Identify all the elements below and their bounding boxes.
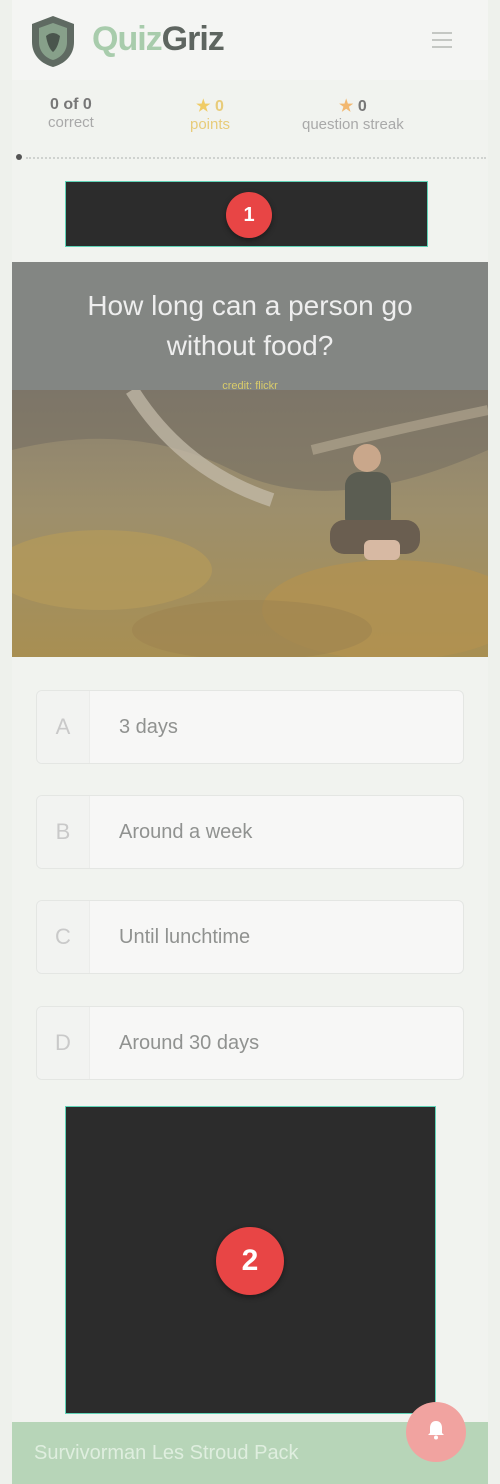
stat-correct: 0 of 0 correct	[48, 96, 94, 131]
answer-letter: C	[37, 901, 90, 973]
logo-wordmark[interactable]: QuizGriz	[92, 20, 225, 59]
hamburger-icon[interactable]	[432, 32, 452, 48]
ad-slot-top[interactable]: 1	[65, 181, 428, 247]
question-title: How long can a person go without food?	[87, 290, 413, 361]
site-header	[12, 0, 488, 80]
logo-text-griz: Griz	[161, 20, 225, 58]
stat-points-label: points	[190, 116, 231, 133]
logo-text-quiz: Quiz	[92, 20, 163, 58]
logo-shield-icon[interactable]	[28, 14, 78, 68]
notification-button[interactable]	[406, 1402, 466, 1462]
stat-points-value: 0	[214, 98, 224, 115]
quiz-stats: 0 of 0 correct ★ 0 points ★ 0 question s…	[12, 88, 488, 148]
image-credit: credit: flickr	[222, 380, 278, 392]
answer-option-b[interactable]: B Around a week	[36, 795, 464, 869]
question-image	[12, 390, 488, 657]
progress-current-dot	[16, 154, 22, 160]
answer-option-a[interactable]: A 3 days	[36, 690, 464, 764]
answer-option-d[interactable]: D Around 30 days	[36, 1006, 464, 1080]
ad-badge-1: 1	[226, 192, 272, 238]
answer-text: 3 days	[119, 716, 178, 738]
stat-streak-label: question streak	[302, 116, 404, 133]
bell-icon	[428, 1421, 444, 1440]
footer-text: Survivorman Les Stroud Pack	[34, 1442, 299, 1464]
answer-text: Around 30 days	[119, 1032, 260, 1054]
streak-star-icon: ★	[339, 98, 354, 115]
star-icon: ★	[196, 98, 211, 115]
answer-text: Around a week	[119, 821, 253, 843]
question-card: How long can a person go without food? c…	[12, 262, 488, 657]
answer-letter: B	[37, 796, 90, 868]
ad-slot-bottom[interactable]: 2	[65, 1106, 436, 1414]
answer-letter: A	[37, 691, 90, 763]
stat-points: ★ 0 points	[190, 96, 230, 133]
answer-option-c[interactable]: C Until lunchtime	[36, 900, 464, 974]
quiz-progress	[14, 152, 486, 162]
answer-text: Until lunchtime	[119, 926, 251, 948]
stat-streak-value: 0	[357, 98, 367, 115]
question-header: How long can a person go without food?	[12, 262, 488, 390]
stat-correct-value: 0 of 0	[50, 96, 92, 113]
stat-streak: ★ 0 question streak	[302, 96, 404, 133]
ad-badge-2: 2	[216, 1227, 284, 1295]
answer-letter: D	[37, 1007, 90, 1079]
progress-track	[26, 157, 486, 159]
stat-correct-label: correct	[48, 114, 94, 131]
